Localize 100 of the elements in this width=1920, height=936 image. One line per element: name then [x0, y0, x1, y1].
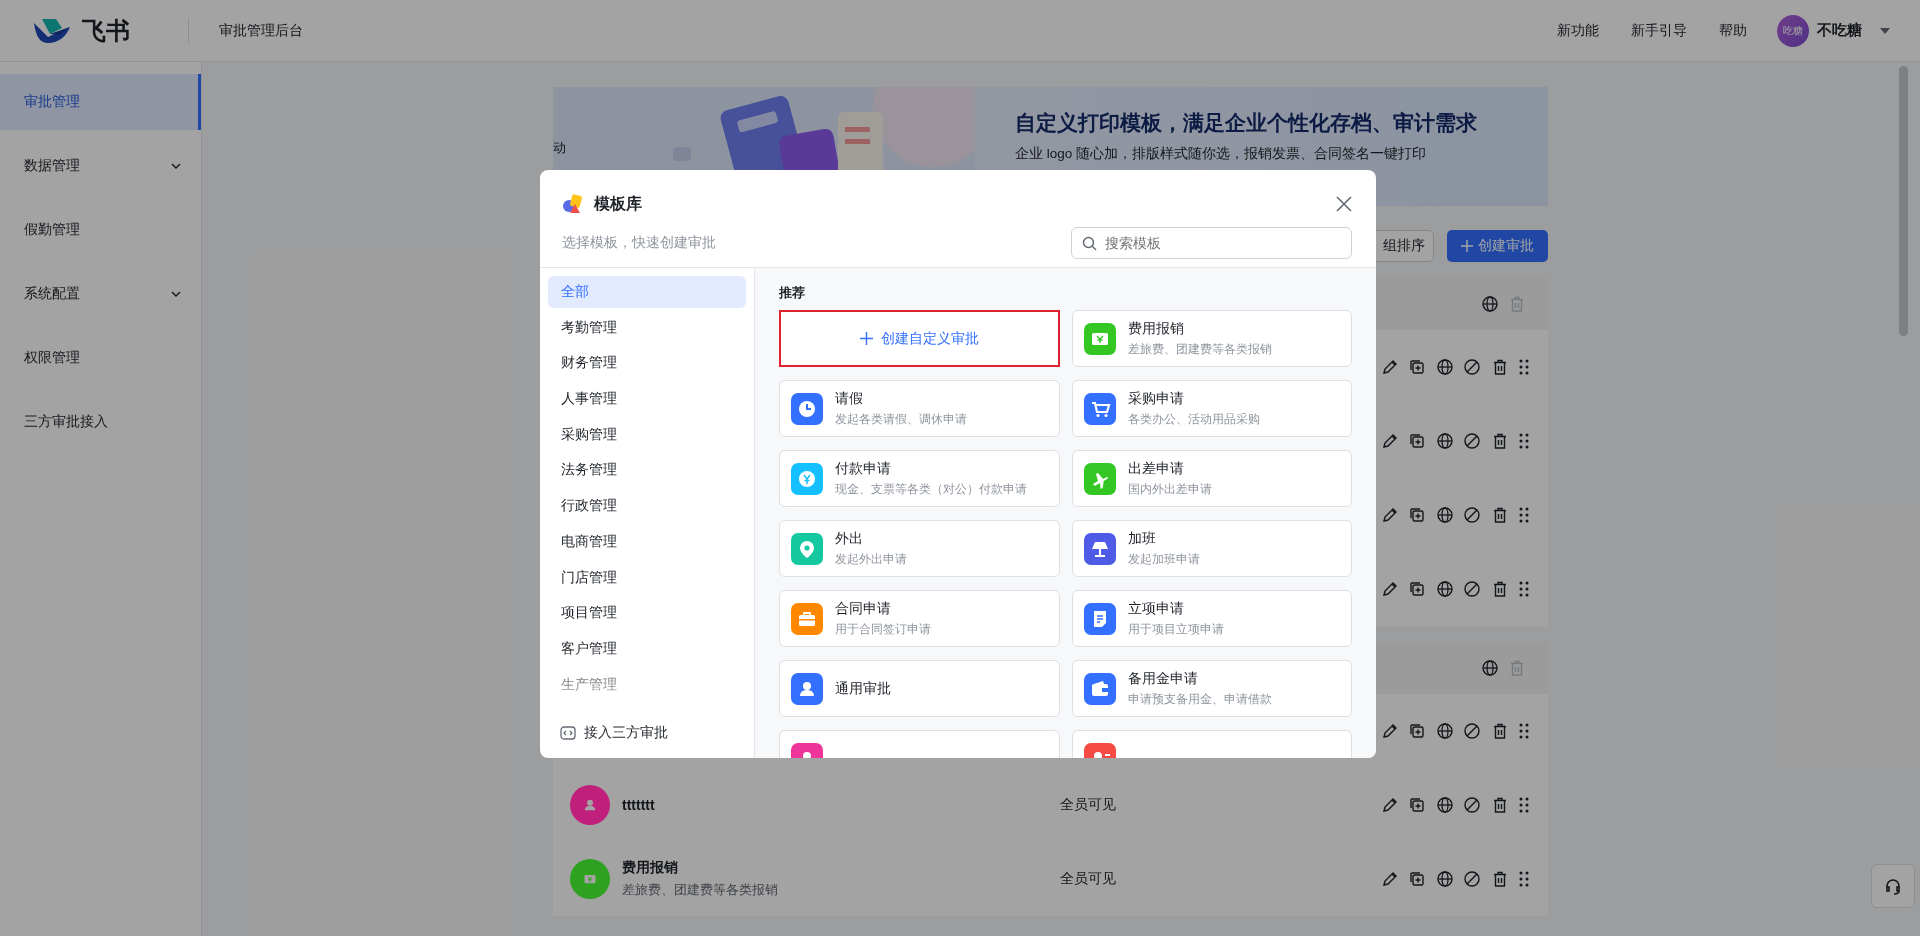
drag-handle-icon[interactable]: [1518, 432, 1530, 450]
template-card[interactable]: 采购申请 各类办公、活动用品采购: [1071, 380, 1352, 437]
category-item[interactable]: 电商管理: [548, 525, 746, 558]
copy-plus-icon[interactable]: [1408, 796, 1426, 814]
globe-icon[interactable]: [1435, 506, 1454, 524]
drag-handle-icon[interactable]: [1518, 506, 1530, 524]
globe-icon[interactable]: [1435, 580, 1454, 598]
search-icon: [1082, 235, 1097, 251]
drag-handle-icon[interactable]: [1518, 796, 1530, 814]
help-button[interactable]: [1871, 864, 1915, 908]
template-card[interactable]: 出差申请 国内外出差申请: [1071, 450, 1352, 507]
template-card[interactable]: 请假 发起各类请假、调休申请: [779, 380, 1060, 437]
sidebar-item[interactable]: 假勤管理: [0, 202, 201, 258]
plus-icon: [1461, 240, 1473, 252]
globe-icon[interactable]: [1435, 796, 1454, 814]
template-title: 合同申请: [835, 599, 892, 618]
template-description: 发起加班申请: [1127, 550, 1200, 568]
nav-link[interactable]: 帮助: [1719, 21, 1747, 40]
copy-plus-icon[interactable]: [1408, 870, 1426, 888]
sidebar-item[interactable]: 三方审批接入: [0, 394, 201, 450]
sidebar-item[interactable]: 权限管理: [0, 330, 201, 386]
template-card[interactable]: 备用金申请 申请预支备用金、申请借款: [1071, 660, 1352, 717]
template-description: 现金、支票等各类（对公）付款申请: [835, 480, 1027, 498]
template-card[interactable]: 加班 发起加班申请: [1071, 520, 1352, 577]
create-custom-button[interactable]: 创建自定义审批: [779, 310, 1060, 367]
category-item[interactable]: 财务管理: [548, 347, 746, 380]
template-description: 用于项目立项申请: [1127, 620, 1224, 638]
ban-icon[interactable]: [1463, 358, 1481, 376]
sidebar-item[interactable]: 数据管理: [0, 138, 201, 194]
template-title: 外出: [835, 529, 864, 548]
third-party-link[interactable]: 接入三方审批: [548, 708, 746, 758]
category-item[interactable]: 采购管理: [548, 418, 746, 451]
ban-icon[interactable]: [1463, 580, 1481, 598]
visibility-text: 全员可见: [1060, 796, 1116, 812]
globe-icon[interactable]: [1435, 722, 1454, 740]
category-item[interactable]: 项目管理: [548, 597, 746, 630]
template-title: 立项申请: [1127, 599, 1185, 618]
template-description: 各类办公、活动用品采购: [1127, 410, 1260, 428]
template-card[interactable]: 通用审批: [779, 660, 1060, 717]
globe-icon[interactable]: [1435, 358, 1454, 376]
template-card[interactable]: 外出 发起外出申请: [779, 520, 1060, 577]
copy-plus-icon[interactable]: [1408, 432, 1426, 450]
template-description: 发起外出申请: [835, 550, 907, 568]
drag-handle-icon[interactable]: [1518, 580, 1530, 598]
chevron-down-icon[interactable]: [171, 163, 181, 169]
category-item[interactable]: 行政管理: [548, 490, 746, 523]
category-item[interactable]: 人事管理: [548, 383, 746, 416]
ban-icon[interactable]: [1463, 870, 1481, 888]
pencil-icon[interactable]: [1380, 506, 1399, 524]
sidebar-item[interactable]: 系统配置: [0, 266, 201, 322]
user-avatar[interactable]: 吃糖: [1777, 14, 1809, 47]
pencil-icon[interactable]: [1380, 580, 1399, 598]
category-item[interactable]: 考勤管理: [548, 311, 746, 344]
category-item[interactable]: 全部: [548, 276, 746, 308]
category-item[interactable]: 门店管理: [548, 561, 746, 594]
globe-icon[interactable]: [1480, 295, 1499, 313]
copy-plus-icon[interactable]: [1408, 358, 1426, 376]
copy-plus-icon[interactable]: [1408, 580, 1426, 598]
bird-logo-icon[interactable]: [32, 16, 72, 45]
ban-icon[interactable]: [1463, 432, 1481, 450]
template-title: 通用审批: [835, 679, 891, 698]
category-item[interactable]: 客户管理: [548, 632, 746, 665]
drag-handle-icon[interactable]: [1518, 358, 1530, 376]
template-card[interactable]: 合同申请 用于合同签订申请: [779, 590, 1060, 647]
pencil-icon[interactable]: [1380, 722, 1399, 740]
dialog-title: 模板库: [594, 193, 642, 214]
sidebar-item[interactable]: 审批管理: [0, 74, 201, 130]
category-item[interactable]: 法务管理: [548, 454, 746, 487]
globe-icon[interactable]: [1435, 870, 1454, 888]
copy-plus-icon[interactable]: [1408, 506, 1426, 524]
nav-link[interactable]: 新手引导: [1631, 21, 1687, 40]
template-card[interactable]: 立项申请 用于项目立项申请: [1071, 590, 1352, 647]
approval-name: ttttttt: [622, 797, 655, 813]
globe-icon[interactable]: [1480, 659, 1499, 677]
ban-icon[interactable]: [1463, 722, 1481, 740]
nav-link[interactable]: 新功能: [1557, 21, 1599, 40]
pencil-icon[interactable]: [1380, 358, 1399, 376]
category-item[interactable]: 生产管理: [548, 668, 746, 701]
globe-icon[interactable]: [1435, 432, 1454, 450]
pencil-icon[interactable]: [1380, 432, 1399, 450]
template-description: 发起各类请假、调休申请: [835, 410, 967, 428]
template-card[interactable]: 付款申请 现金、支票等各类（对公）付款申请: [779, 450, 1060, 507]
close-icon[interactable]: [1336, 196, 1352, 212]
caret-icon[interactable]: [1880, 27, 1890, 34]
approval-name: 费用报销: [622, 859, 679, 877]
scrollbar-thumb[interactable]: [1899, 66, 1908, 336]
pencil-icon[interactable]: [1380, 796, 1399, 814]
search-field[interactable]: 搜索模板: [1071, 227, 1352, 259]
headset-icon: [1884, 877, 1902, 895]
copy-plus-icon[interactable]: [1408, 722, 1426, 740]
create-button[interactable]: 创建审批: [1447, 230, 1548, 262]
chevron-down-icon[interactable]: [171, 291, 181, 297]
drag-handle-icon[interactable]: [1518, 870, 1530, 888]
drag-handle-icon[interactable]: [1518, 722, 1530, 740]
user-name[interactable]: 不吃糖: [1817, 21, 1862, 40]
ban-icon[interactable]: [1463, 796, 1481, 814]
ban-icon[interactable]: [1463, 506, 1481, 524]
pencil-icon[interactable]: [1380, 870, 1399, 888]
template-card[interactable]: 费用报销 差旅费、团建费等各类报销: [1071, 310, 1352, 367]
template-title: 费用报销: [1127, 319, 1185, 338]
